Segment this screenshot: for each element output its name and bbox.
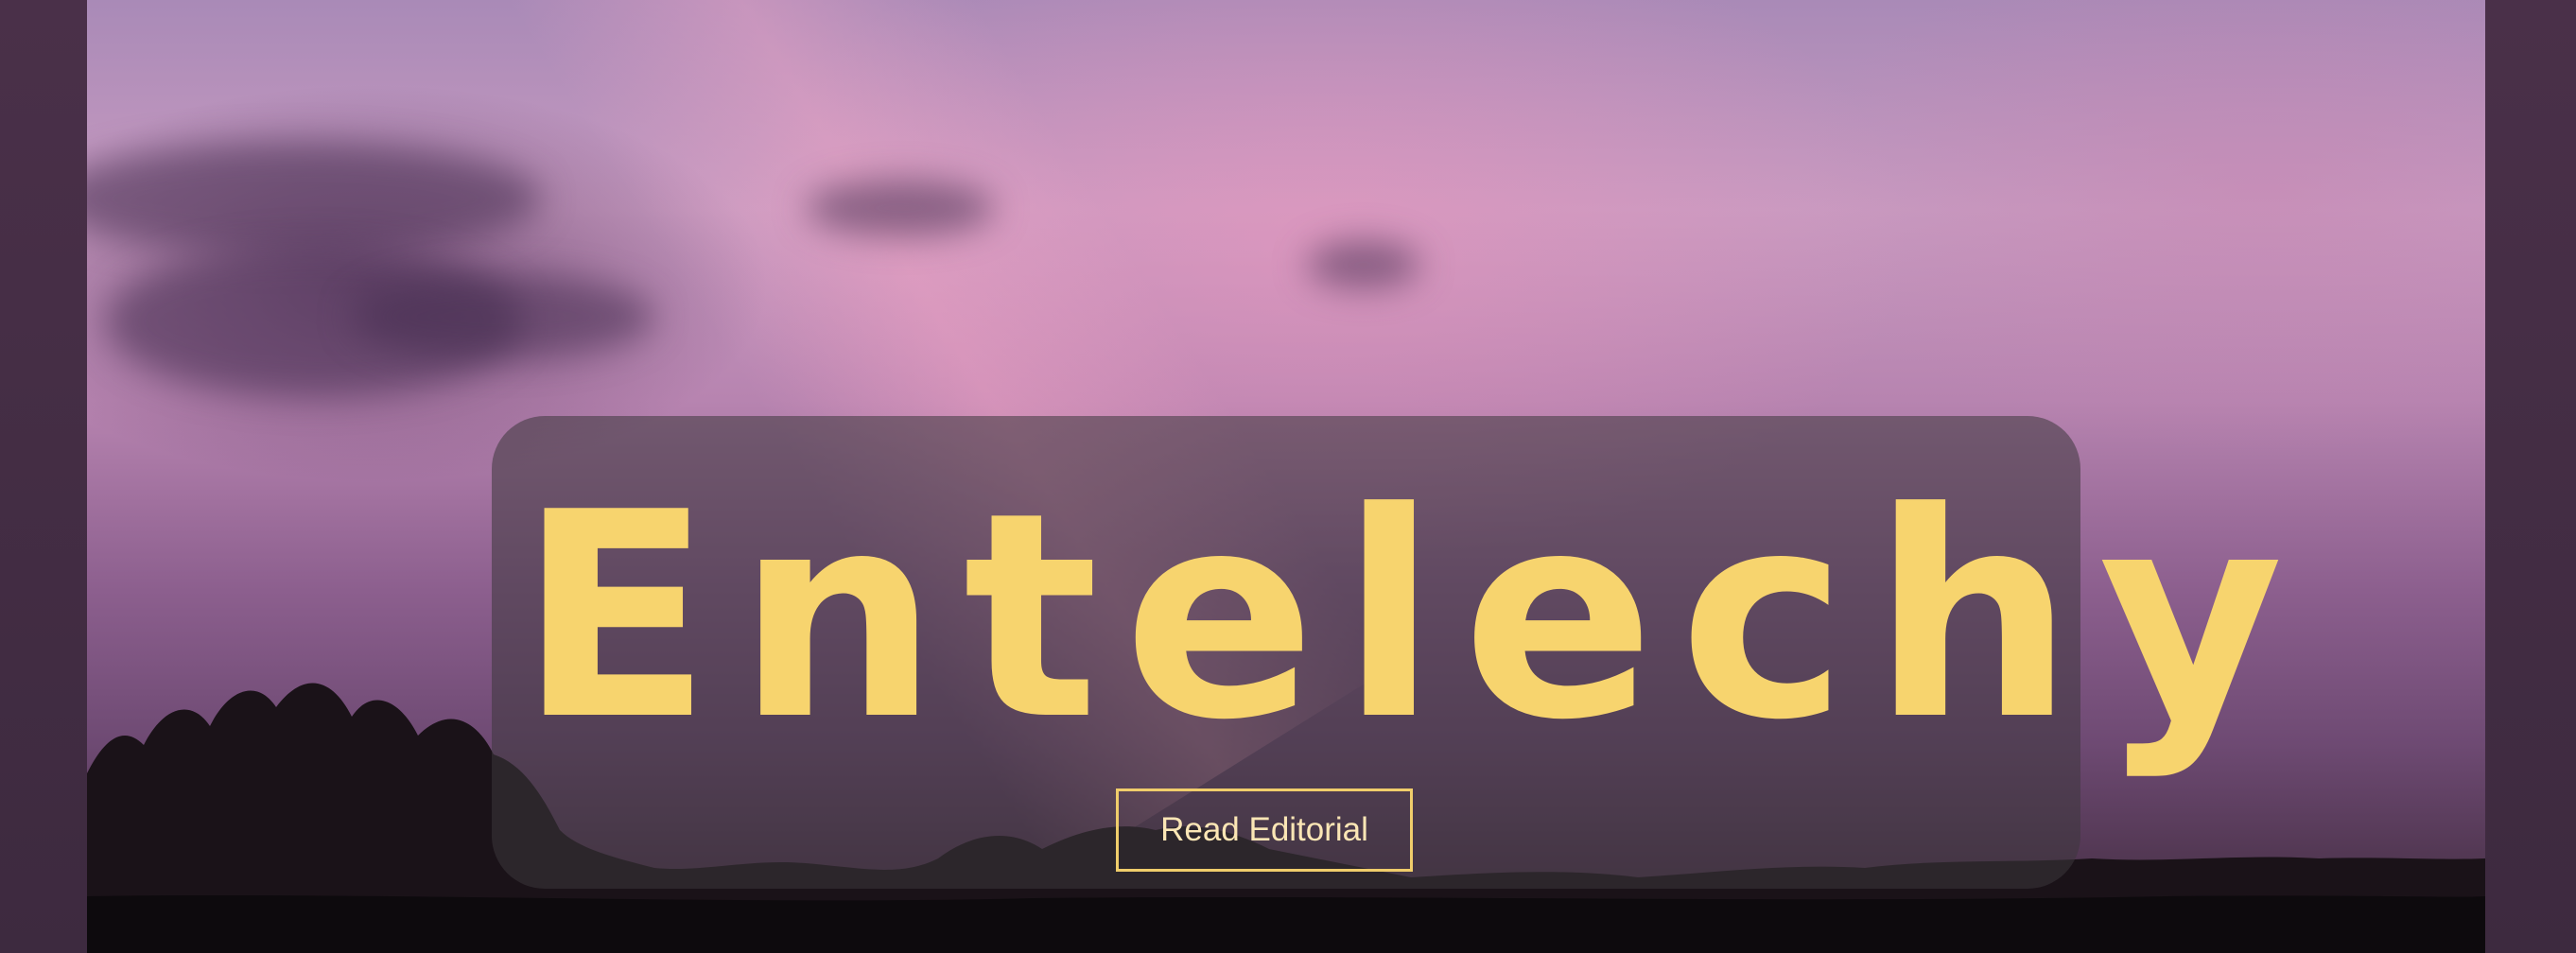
read-editorial-button[interactable]: Read Editorial (1116, 788, 1413, 872)
cloud (1307, 241, 1420, 288)
cloud (87, 142, 541, 255)
hero-title: Entelechy (518, 452, 2308, 782)
cloud (806, 180, 995, 236)
cloud (352, 274, 654, 359)
page: Entelechy Read Editorial (0, 0, 2576, 953)
